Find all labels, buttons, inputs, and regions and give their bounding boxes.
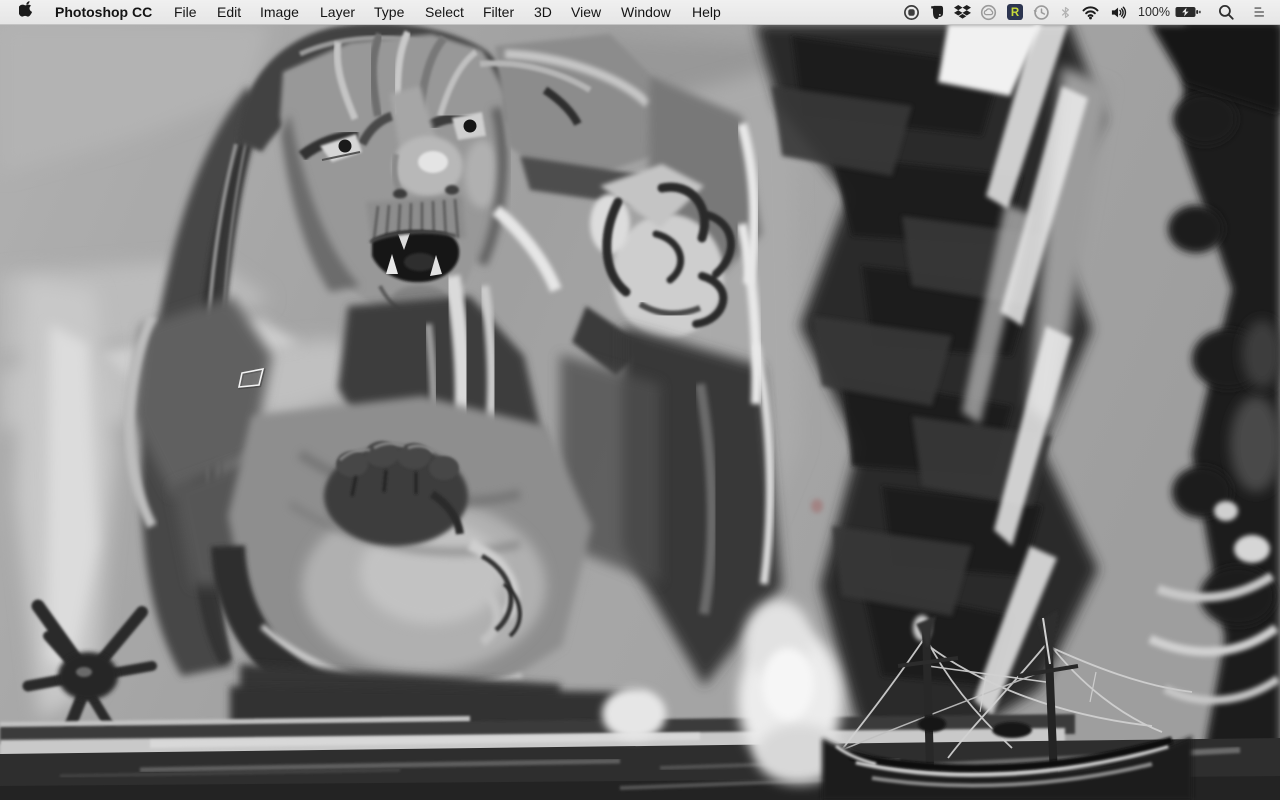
volume-glyph	[1111, 6, 1127, 18]
menu-file[interactable]: File	[174, 0, 197, 24]
menu-image[interactable]: Image	[260, 0, 299, 24]
record-icon[interactable]	[903, 0, 920, 24]
menu-type[interactable]: Type	[374, 0, 404, 24]
canvas-artwork	[0, 24, 1280, 800]
evernote-glyph	[931, 5, 944, 19]
svg-text:R: R	[1011, 7, 1020, 19]
menu-layer[interactable]: Layer	[320, 0, 355, 24]
menu-edit[interactable]: Edit	[217, 0, 241, 24]
menu-bar: Photoshop CC File Edit Image Layer Type …	[0, 0, 1280, 25]
time-machine-glyph	[1033, 4, 1049, 20]
menu-view[interactable]: View	[571, 0, 601, 24]
menu-3d[interactable]: 3D	[534, 0, 552, 24]
wifi-glyph	[1082, 5, 1099, 19]
menu-help[interactable]: Help	[692, 0, 721, 24]
wifi-icon[interactable]	[1081, 0, 1100, 24]
creative-cloud-glyph	[980, 4, 997, 20]
dropbox-glyph	[954, 4, 971, 19]
rescuetime-glyph: R	[1007, 4, 1024, 20]
battery-charging-icon	[1175, 7, 1201, 17]
menu-select[interactable]: Select	[425, 0, 464, 24]
photoshop-canvas[interactable]	[0, 24, 1280, 800]
notification-center-icon[interactable]	[1250, 0, 1268, 24]
battery-percent-label: 100%	[1138, 5, 1170, 19]
apple-menu[interactable]	[19, 0, 34, 24]
menu-app-name[interactable]: Photoshop CC	[55, 0, 152, 24]
spotlight-glyph	[1218, 4, 1234, 20]
notification-center-glyph	[1254, 7, 1264, 17]
apple-logo-icon	[19, 1, 33, 17]
evernote-icon[interactable]	[929, 0, 945, 24]
red-paint-dot	[811, 499, 823, 513]
bluetooth-icon[interactable]	[1059, 0, 1072, 24]
menu-window[interactable]: Window	[621, 0, 671, 24]
spotlight-icon[interactable]	[1218, 0, 1235, 24]
dropbox-icon[interactable]	[954, 0, 971, 24]
menu-filter[interactable]: Filter	[483, 0, 514, 24]
battery-status[interactable]: 100%	[1138, 0, 1201, 24]
bluetooth-glyph	[1061, 6, 1070, 18]
rescuetime-icon[interactable]: R	[1006, 0, 1024, 24]
creative-cloud-icon[interactable]	[980, 0, 997, 24]
time-machine-icon[interactable]	[1033, 0, 1050, 24]
record-glyph	[904, 4, 919, 20]
status-icons: R 100%	[903, 0, 1268, 24]
volume-icon[interactable]	[1109, 0, 1129, 24]
